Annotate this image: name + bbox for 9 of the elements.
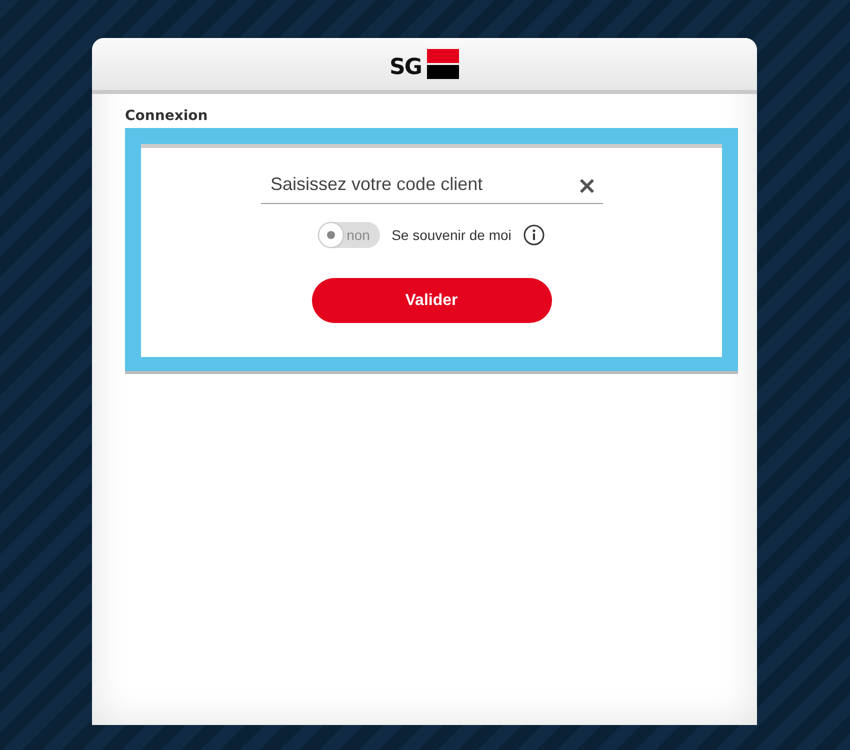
logo-icon [427, 49, 460, 79]
section-title: Connexion [125, 108, 209, 124]
logo-text: SG [390, 54, 422, 80]
clear-icon[interactable] [578, 178, 594, 194]
remember-label: Se souvenir de moi [392, 227, 512, 243]
remember-toggle[interactable]: non [318, 222, 380, 248]
client-code-field[interactable]: Saisissez votre code client [260, 170, 602, 204]
submit-button[interactable]: Valider [312, 278, 552, 323]
info-icon[interactable] [523, 224, 546, 246]
